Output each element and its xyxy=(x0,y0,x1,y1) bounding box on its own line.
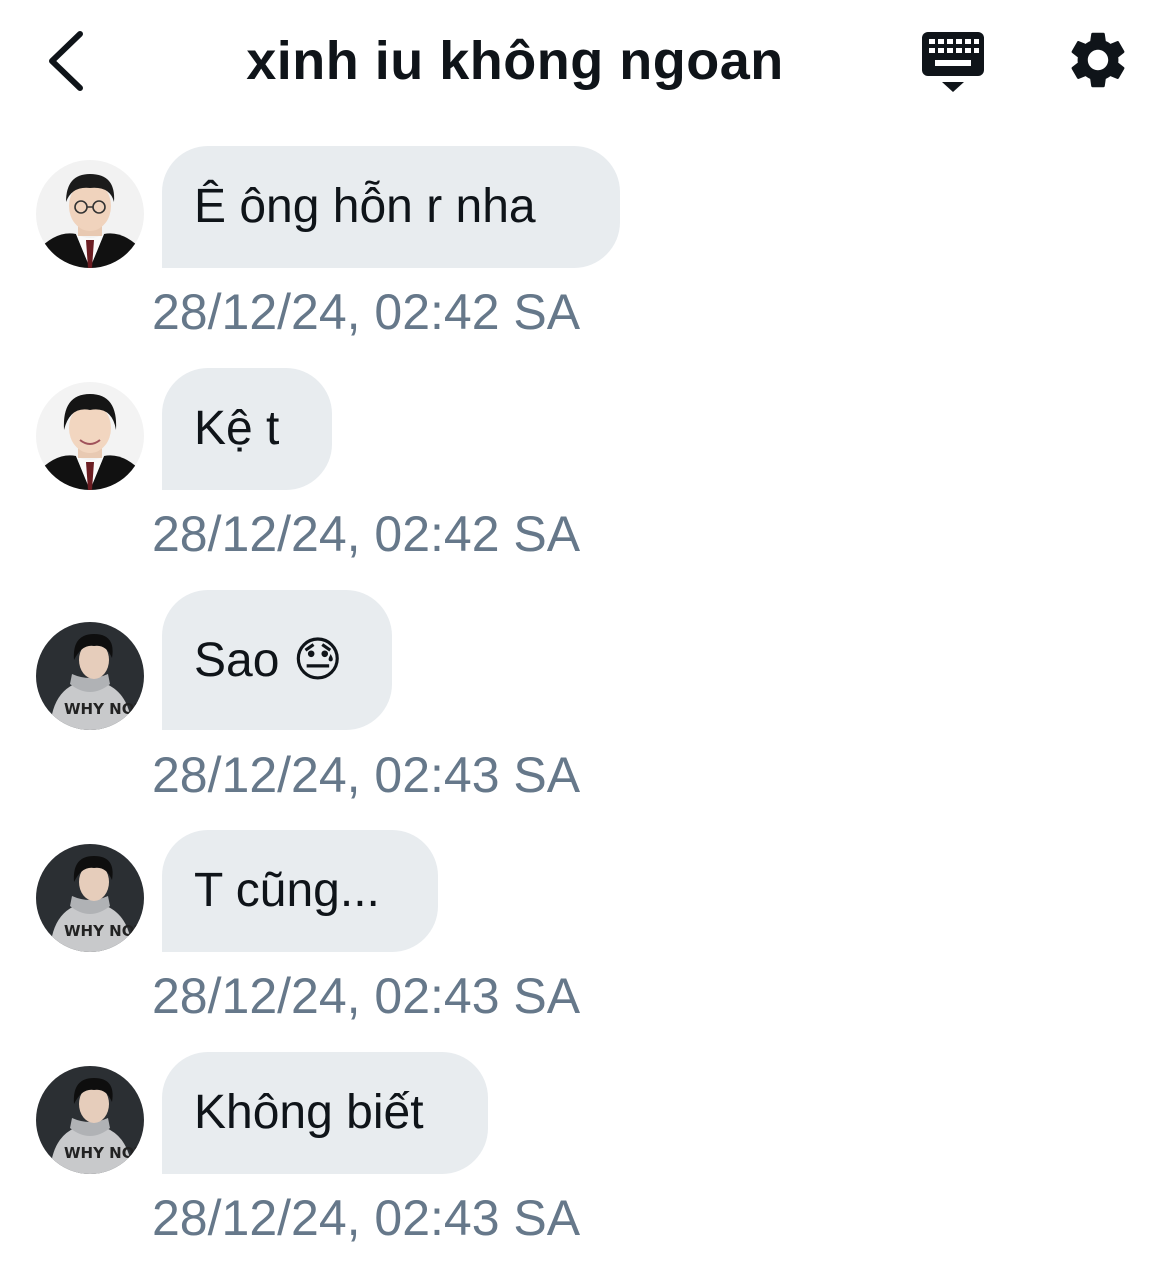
avatar[interactable]: WHY NOT?! xyxy=(36,1066,144,1174)
svg-text:WHY NOT?!: WHY NOT?! xyxy=(64,922,144,940)
avatar-image xyxy=(36,160,144,268)
gear-icon xyxy=(1071,32,1125,88)
message-bubble[interactable]: Không biết xyxy=(162,1052,488,1174)
avatar-image: WHY NOT?! xyxy=(36,1066,144,1174)
sweat-emoji-icon: 😓 xyxy=(292,632,343,688)
svg-text:WHY NOT?!: WHY NOT?! xyxy=(64,700,144,718)
chevron-left-icon xyxy=(49,31,83,91)
avatar-image: WHY NOT?! xyxy=(36,844,144,952)
message-timestamp: 28/12/24, 02:42 SA xyxy=(152,506,581,562)
settings-button[interactable] xyxy=(1064,26,1132,94)
avatar-image xyxy=(36,382,144,490)
message-bubble[interactable]: Kệ t xyxy=(162,368,332,490)
message-text: Sao xyxy=(194,634,280,687)
avatar[interactable]: WHY NOT?! xyxy=(36,844,144,952)
message-bubble[interactable]: Sao 😓 xyxy=(162,590,392,730)
message-timestamp: 28/12/24, 02:43 SA xyxy=(152,747,581,803)
header: xinh iu không ngoan xyxy=(0,0,1170,125)
svg-text:WHY NOT?!: WHY NOT?! xyxy=(64,1144,144,1162)
message-timestamp: 28/12/24, 02:42 SA xyxy=(152,284,581,340)
message-bubble[interactable]: Ê ông hỗn r nha xyxy=(162,146,620,268)
avatar-image: WHY NOT?! xyxy=(36,622,144,730)
avatar[interactable] xyxy=(36,160,144,268)
message-bubble[interactable]: T cũng... xyxy=(162,830,438,952)
page-title: xinh iu không ngoan xyxy=(246,31,784,91)
message-timestamp: 28/12/24, 02:43 SA xyxy=(152,968,581,1024)
back-button[interactable] xyxy=(40,28,100,94)
avatar[interactable]: WHY NOT?! xyxy=(36,622,144,730)
message-timestamp: 28/12/24, 02:43 SA xyxy=(152,1190,581,1246)
keyboard-icon xyxy=(922,32,984,92)
keyboard-button[interactable] xyxy=(918,30,990,96)
avatar[interactable] xyxy=(36,382,144,490)
